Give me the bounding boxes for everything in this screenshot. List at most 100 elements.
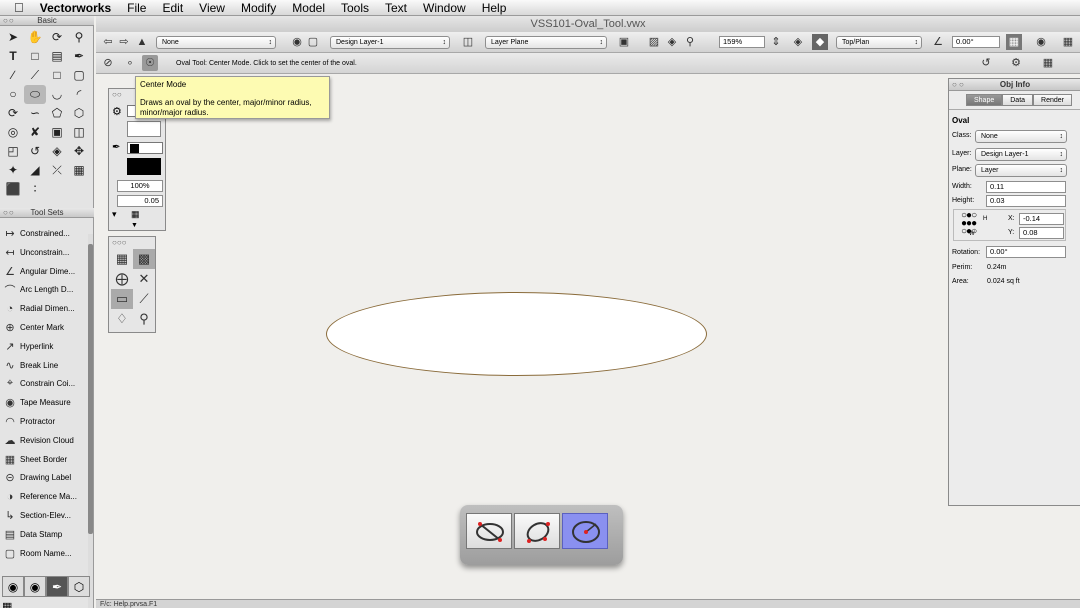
zoom-tool-icon[interactable]: ⚲ [68, 28, 90, 47]
pen-icon[interactable]: ✒ [112, 142, 120, 153]
tool-set-item[interactable]: ⊝ Drawing Label [0, 468, 88, 487]
menu-edit[interactable]: Edit [154, 0, 191, 16]
quarter-arc-tool-icon[interactable]: ◜ [68, 85, 90, 104]
plane-popup[interactable]: Layer Plane [485, 36, 607, 49]
snap-angle-icon[interactable]: ⨁ [111, 269, 133, 289]
create-object-icon[interactable]: ▦ [68, 161, 90, 180]
building-shell-tab-icon[interactable]: ⬡ [68, 576, 90, 597]
offset-tool-icon[interactable]: ◈ [46, 142, 68, 161]
oval-radius-mode-button[interactable] [514, 513, 560, 549]
mirror-tool-icon[interactable]: ◰ [2, 142, 24, 161]
tool-set-item[interactable]: ⌒ Arc Length D... [0, 280, 88, 299]
tool-set-item[interactable]: ▢ Room Name... [0, 544, 88, 563]
forward-icon[interactable]: ⇨ [116, 34, 132, 50]
oval-tool-icon[interactable]: ⬭ [24, 85, 46, 104]
app-menu[interactable]: Vectorworks [32, 0, 119, 16]
angle-icon[interactable]: ∠ [930, 34, 946, 50]
flyover-tool-icon[interactable]: ⟳ [46, 28, 68, 47]
line-tool-icon[interactable]: ∕ [2, 66, 24, 85]
tool-set-item[interactable]: ↳ Section-Elev... [0, 506, 88, 525]
fit-objects-icon[interactable]: ▨ [646, 34, 662, 50]
pen-style-popup[interactable] [127, 142, 163, 154]
palette-close-icon[interactable]: ○○ [3, 17, 15, 25]
center-mode-icon[interactable]: ☉ [142, 55, 158, 71]
zoom-field[interactable]: 159% [719, 36, 765, 48]
regular-polygon-icon[interactable]: ⬡ [68, 104, 90, 123]
tool-set-item[interactable]: ▤ Data Stamp [0, 525, 88, 544]
tool-sets-scrollbar[interactable] [88, 234, 93, 608]
menu-view[interactable]: View [191, 0, 233, 16]
menu-help[interactable]: Help [474, 0, 515, 16]
zoom-icon[interactable]: ◈ [664, 34, 680, 50]
more-options-icon[interactable]: ▦ [1060, 34, 1076, 50]
plane-field[interactable]: Layer [975, 164, 1067, 177]
tool-set-item[interactable]: ↤ Unconstrain... [0, 243, 88, 262]
callout-tool-icon[interactable]: □ [24, 47, 46, 66]
circle-tool-icon[interactable]: ○ [2, 85, 24, 104]
mode-unused-icon[interactable]: ⊘ [100, 55, 116, 71]
flyover-icon[interactable]: ▲ [134, 34, 150, 50]
zoom-lens-icon[interactable]: ⚲ [682, 34, 698, 50]
menu-text[interactable]: Text [377, 0, 415, 16]
tool-set-item[interactable]: ☁ Revision Cloud [0, 431, 88, 450]
apple-icon[interactable]:  [0, 0, 32, 16]
tool-set-item[interactable]: ◑ Reference Ma... [0, 487, 88, 506]
menu-modify[interactable]: Modify [233, 0, 284, 16]
y-field[interactable]: 0.08 [1019, 227, 1064, 239]
snap-intersection-icon[interactable]: ✕ [133, 269, 155, 289]
plane-mode-icon[interactable]: ▦ [1006, 34, 1022, 50]
chamfer-tool-icon[interactable]: ⤫ [46, 161, 68, 180]
layer-options-icon[interactable]: ◫ [460, 34, 476, 50]
reshape-tool-icon[interactable]: ✦ [2, 161, 24, 180]
tool-set-item[interactable]: ⊕ Center Mark [0, 318, 88, 337]
layout-icon[interactable]: ▦ [1040, 55, 1056, 71]
center-mode-button[interactable] [562, 513, 608, 549]
connect-tool-icon[interactable]: ✥ [68, 142, 90, 161]
rotate-tool-icon[interactable]: ↺ [24, 142, 46, 161]
tool-set-item[interactable]: ↦ Constrained... [0, 224, 88, 243]
x-field[interactable]: -0.14 [1019, 213, 1064, 225]
menu-window[interactable]: Window [415, 0, 474, 16]
tab-data[interactable]: Data [1002, 94, 1034, 106]
class-field[interactable]: None [975, 130, 1067, 143]
menu-tools[interactable]: Tools [333, 0, 377, 16]
back-icon[interactable]: ⇦ [100, 34, 116, 50]
arc-tool-icon[interactable]: ◡ [46, 85, 68, 104]
snap-grid-icon[interactable]: ▦ [111, 249, 133, 269]
view-popup[interactable]: Top/Plan [836, 36, 922, 49]
tool-set-item[interactable]: ⌖ Constrain Coi... [0, 374, 88, 393]
attributes-close-icon[interactable]: ○○ [112, 90, 122, 99]
class-options-icon[interactable]: ◉ [289, 34, 305, 50]
rotation-field[interactable]: 0.00° [952, 36, 1000, 48]
trim-tool-icon[interactable]: ✘ [24, 123, 46, 142]
line-weight-field[interactable]: 0.05 [117, 195, 163, 207]
tool-set-item[interactable]: ∿ Break Line [0, 356, 88, 375]
rotate-icon[interactable]: ↺ [978, 55, 994, 71]
attribute-mapping-icon[interactable]: ▤ [46, 47, 68, 66]
tool-set-item[interactable]: ◠ Protractor [0, 412, 88, 431]
snap-tangent-icon[interactable]: ⟋ [133, 289, 155, 309]
dims-annotation-tab-icon[interactable]: ✒ [46, 576, 68, 597]
tool-set-item[interactable]: ◔ Radial Dimen... [0, 299, 88, 318]
render-mode-icon[interactable]: ◈ [790, 34, 806, 50]
tab-render[interactable]: Render [1033, 94, 1073, 106]
freehand-tool-icon[interactable]: ∽ [24, 104, 46, 123]
detailing-tab-icon[interactable]: ▦ [2, 600, 12, 608]
snap-object-icon[interactable]: ▩ [133, 249, 155, 269]
polygon-tool-icon[interactable]: ⬠ [46, 104, 68, 123]
fill-bucket-icon[interactable]: ⚙ [112, 105, 122, 118]
opacity-field[interactable]: 100% [117, 180, 163, 192]
text-tool-icon[interactable]: T [2, 47, 24, 66]
spiral-tool-icon[interactable]: ◎ [2, 123, 24, 142]
pen-color-swatch[interactable] [127, 158, 161, 175]
double-line-tool-icon[interactable]: ⟋ [24, 66, 46, 85]
tool-set-item[interactable]: ◉ Tape Measure [0, 393, 88, 412]
tab-shape[interactable]: Shape [966, 94, 1003, 106]
class-popup[interactable]: None [156, 36, 276, 49]
fill-color-swatch[interactable] [127, 121, 161, 137]
polyline-tool-icon[interactable]: ⟳ [2, 104, 24, 123]
snap-loci-icon[interactable]: ⚲ [133, 309, 155, 329]
pan-tool-icon[interactable]: ✋ [24, 28, 46, 47]
rounded-rect-tool-icon[interactable]: ▢ [68, 66, 90, 85]
obj-info-close-icon[interactable]: ○ ○ [952, 79, 964, 91]
